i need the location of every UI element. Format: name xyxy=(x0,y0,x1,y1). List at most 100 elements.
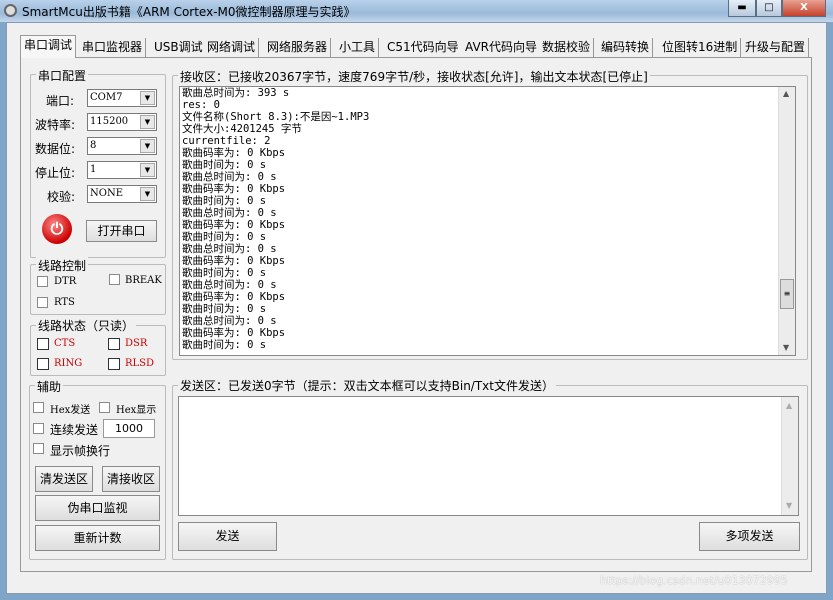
receive-line: 歌曲码率为: 0 Kbps xyxy=(182,327,286,339)
receive-textarea[interactable]: 歌曲总时间为: 393 s res: 0 文件名称(Short 8.3):不是因~1… xyxy=(179,86,796,356)
hex-show-checkbox[interactable] xyxy=(99,402,110,413)
clear-recv-button[interactable]: 清接收区 xyxy=(102,466,160,492)
receive-line: 歌曲总时间为: 0 s xyxy=(182,243,277,255)
databits-select[interactable]: 8 ▼ xyxy=(87,137,157,155)
cts-checkbox xyxy=(37,338,49,350)
receive-line: 文件名称(Short 8.3):不是因~1.MP3 xyxy=(182,111,370,123)
hex-send-label: Hex发送 xyxy=(50,405,91,416)
receive-scrollbar[interactable]: ▲ ≡ ▼ xyxy=(778,87,795,355)
receive-line: 歌曲总时间为: 0 s xyxy=(182,279,277,291)
rts-checkbox[interactable] xyxy=(37,297,48,308)
chevron-down-icon: ▼ xyxy=(140,187,155,201)
send-button[interactable]: 发送 xyxy=(178,522,277,551)
tab-11[interactable]: 升级与配置 xyxy=(742,38,810,57)
reset-count-button[interactable]: 重新计数 xyxy=(35,525,160,551)
dtr-checkbox[interactable] xyxy=(37,276,48,287)
dtr-label: DTR xyxy=(54,276,77,287)
receive-line: 歌曲码率为: 0 Kbps xyxy=(182,219,286,231)
interval-input[interactable]: 1000 xyxy=(103,419,155,438)
scroll-up-icon[interactable]: ▲ xyxy=(786,401,792,410)
frame-newline-checkbox[interactable] xyxy=(33,443,44,454)
parity-select[interactable]: NONE ▼ xyxy=(87,185,157,203)
send-title: 发送区：已发送0字节（提示：双击文本框可以支持Bin/Txt文件发送） xyxy=(178,377,556,394)
receive-line: 歌曲总时间为: 0 s xyxy=(182,315,277,327)
baud-label: 波特率: xyxy=(35,118,76,132)
receive-line: 歌曲总时间为: 0 s xyxy=(182,171,277,183)
tab-2[interactable]: USB调试 xyxy=(151,38,207,57)
app-icon xyxy=(4,4,17,17)
scroll-down-icon[interactable]: ▼ xyxy=(786,501,792,510)
receive-line: 歌曲时间为: 0 s xyxy=(182,339,267,351)
tab-3[interactable]: 网络调试 xyxy=(204,38,260,57)
line-control-title: 线路控制 xyxy=(36,257,89,274)
window-title: SmartMcu出版书籍《ARM Cortex-M0微控制器原理与实践》 xyxy=(22,5,356,19)
tab-8[interactable]: 数据校验 xyxy=(539,38,595,57)
tab-5[interactable]: 小工具 xyxy=(336,38,380,57)
rlsd-checkbox xyxy=(108,358,120,370)
ring-label: RING xyxy=(54,358,83,369)
tab-0[interactable]: 串口调试 xyxy=(20,35,77,58)
databits-label: 数据位: xyxy=(35,142,76,156)
ring-checkbox xyxy=(37,358,49,370)
power-icon[interactable]: ⏻ xyxy=(42,214,72,244)
cts-label: CTS xyxy=(54,338,76,349)
clear-send-button[interactable]: 清发送区 xyxy=(35,466,93,492)
receive-line: res: 0 xyxy=(182,99,220,111)
receive-line: 歌曲码率为: 0 Kbps xyxy=(182,183,286,195)
port-value: COM7 xyxy=(90,92,123,103)
line-status-title: 线路状态（只读） xyxy=(36,317,137,334)
tab-6[interactable]: C51代码向导 xyxy=(384,38,463,57)
continuous-send-label: 连续发送 xyxy=(50,423,99,437)
receive-line: 歌曲时间为: 0 s xyxy=(182,159,267,171)
continuous-send-checkbox[interactable] xyxy=(33,423,44,434)
serial-config-title: 串口配置 xyxy=(36,67,89,84)
chevron-down-icon: ▼ xyxy=(140,91,155,105)
hex-send-checkbox[interactable] xyxy=(33,402,44,413)
parity-label: 校验: xyxy=(47,190,76,204)
stopbits-select[interactable]: 1 ▼ xyxy=(87,161,157,179)
receive-line: currentfile: 2 xyxy=(182,135,271,147)
databits-value: 8 xyxy=(90,140,97,151)
send-scrollbar[interactable]: ▲ ▼ xyxy=(781,397,798,515)
baud-value: 115200 xyxy=(90,116,129,127)
receive-title: 接收区：已接收20367字节，速度769字节/秒，接收状态[允许]，输出文本状态… xyxy=(178,68,650,85)
break-label: BREAK xyxy=(125,275,162,286)
pseudo-monitor-button[interactable]: 伪串口监视 xyxy=(35,495,160,521)
rlsd-label: RLSD xyxy=(125,358,155,369)
tab-4[interactable]: 网络服务器 xyxy=(264,38,332,57)
tab-1[interactable]: 串口监视器 xyxy=(79,38,147,57)
dsr-label: DSR xyxy=(125,338,148,349)
maximize-button[interactable]: □ xyxy=(756,0,782,17)
parity-value: NONE xyxy=(90,188,123,199)
receive-line: 歌曲码率为: 0 Kbps xyxy=(182,255,286,267)
chevron-down-icon: ▼ xyxy=(140,115,155,129)
receive-line: 歌曲时间为: 0 s xyxy=(182,267,267,279)
send-textarea[interactable]: ▲ ▼ xyxy=(178,396,799,516)
dsr-checkbox xyxy=(108,338,120,350)
tab-7[interactable]: AVR代码向导 xyxy=(462,38,541,57)
receive-line: 歌曲码率为: 0 Kbps xyxy=(182,147,286,159)
aux-title: 辅助 xyxy=(35,378,64,395)
rts-label: RTS xyxy=(54,297,75,308)
minimize-button[interactable]: ▬ xyxy=(728,0,756,17)
receive-line: 歌曲码率为: 0 Kbps xyxy=(182,291,286,303)
scroll-down-icon[interactable]: ▼ xyxy=(783,343,789,352)
tab-10[interactable]: 位图转16进制 xyxy=(659,38,742,57)
chevron-down-icon: ▼ xyxy=(140,163,155,177)
receive-line: 歌曲时间为: 0 s xyxy=(182,195,267,207)
receive-line: 歌曲时间为: 0 s xyxy=(182,303,267,315)
receive-text: 歌曲总时间为: 393 s res: 0 文件名称(Short 8.3):不是因~1… xyxy=(180,87,795,351)
stopbits-value: 1 xyxy=(90,164,97,175)
chevron-down-icon: ▼ xyxy=(140,139,155,153)
close-button[interactable]: X xyxy=(782,0,826,17)
scroll-up-icon[interactable]: ▲ xyxy=(783,89,789,98)
multi-send-button[interactable]: 多项发送 xyxy=(699,522,800,551)
port-select[interactable]: COM7 ▼ xyxy=(87,89,157,107)
receive-line: 歌曲时间为: 0 s xyxy=(182,231,267,243)
baud-select[interactable]: 115200 ▼ xyxy=(87,113,157,131)
scroll-thumb[interactable]: ≡ xyxy=(780,279,794,309)
frame-newline-label: 显示帧换行 xyxy=(50,444,111,458)
break-checkbox[interactable] xyxy=(109,274,120,285)
open-port-button[interactable]: 打开串口 xyxy=(86,220,157,242)
tab-9[interactable]: 编码转换 xyxy=(598,38,654,57)
